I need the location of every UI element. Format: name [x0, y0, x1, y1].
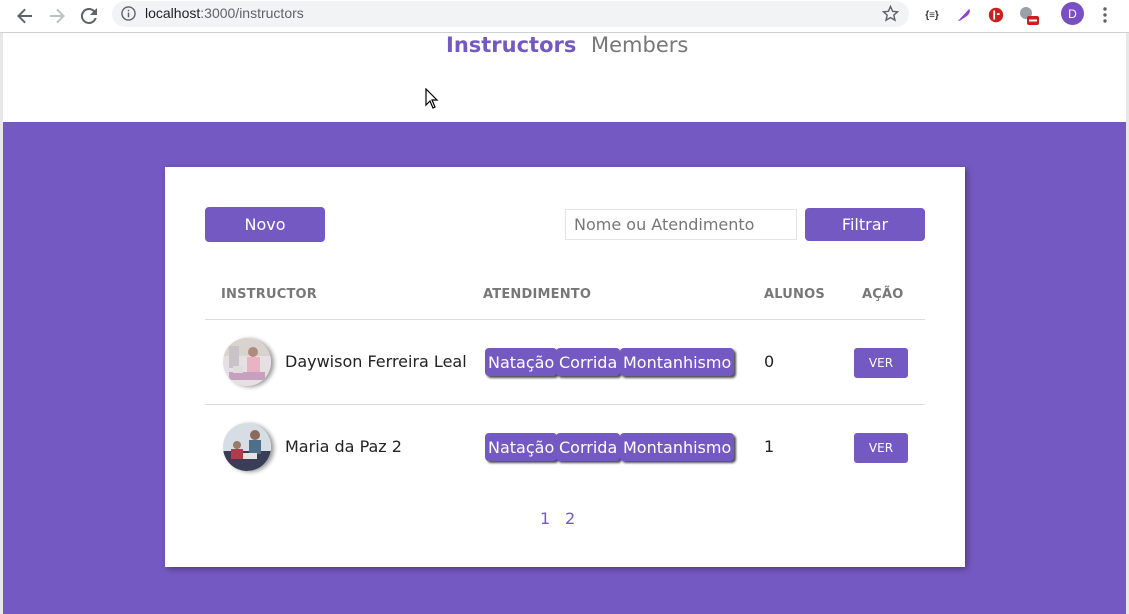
- lastpass-extension-icon[interactable]: [984, 4, 1008, 26]
- pagination-page-1[interactable]: 1: [540, 509, 550, 528]
- mouse-cursor-icon: [425, 87, 439, 115]
- reload-icon[interactable]: [77, 4, 101, 28]
- service-tag: Natação: [485, 433, 558, 461]
- forward-arrow-icon[interactable]: [45, 4, 69, 28]
- pagination-page-2[interactable]: 2: [565, 509, 575, 528]
- address-bar[interactable]: localhost:3000/instructors: [112, 1, 909, 27]
- back-arrow-icon[interactable]: [13, 4, 37, 28]
- instructor-avatar: [223, 423, 271, 471]
- bookmark-star-icon[interactable]: [881, 4, 900, 27]
- instructors-card: Novo Nome ou Atendimento Filtrar INSTRUC…: [165, 167, 965, 567]
- blocked-extension-icon[interactable]: [1016, 4, 1040, 26]
- menu-dots-icon[interactable]: [1093, 4, 1117, 26]
- search-input[interactable]: Nome ou Atendimento: [565, 209, 797, 240]
- instructor-avatar: [223, 338, 271, 386]
- info-icon[interactable]: [121, 6, 136, 26]
- instructor-name: Maria da Paz 2: [285, 437, 402, 456]
- service-tag: Montanhismo: [620, 348, 735, 376]
- table-row: Daywison Ferreira Leal Natação Corrida M…: [205, 320, 925, 404]
- new-instructor-button[interactable]: Novo: [205, 207, 325, 242]
- feather-extension-icon[interactable]: [952, 4, 976, 26]
- column-header-instructor: INSTRUCTOR: [221, 287, 317, 302]
- url-path: :3000/instructors: [200, 5, 304, 21]
- json-viewer-extension-icon[interactable]: {≡}: [920, 4, 944, 26]
- students-count: 0: [764, 352, 775, 371]
- nav-link-members[interactable]: Members: [591, 33, 688, 57]
- nav-link-instructors[interactable]: Instructors: [446, 33, 576, 57]
- view-button[interactable]: VER: [854, 348, 908, 378]
- column-header-alunos: ALUNOS: [764, 287, 825, 302]
- students-count: 1: [764, 437, 775, 456]
- column-header-atendimento: ATENDIMENTO: [483, 287, 592, 302]
- browser-toolbar: localhost:3000/instructors {≡} D: [0, 0, 1129, 33]
- table-row: Maria da Paz 2 Natação Corrida Montanhis…: [205, 405, 925, 489]
- url-host: localhost: [145, 5, 201, 21]
- view-button[interactable]: VER: [854, 433, 908, 463]
- service-tag: Corrida: [556, 348, 621, 376]
- instructor-name: Daywison Ferreira Leal: [285, 352, 467, 371]
- service-tag: Montanhismo: [620, 433, 735, 461]
- column-header-acao: AÇÃO: [862, 287, 904, 302]
- profile-avatar[interactable]: D: [1061, 2, 1084, 25]
- service-tag: Natação: [485, 348, 558, 376]
- url-text: localhost:3000/instructors: [145, 5, 304, 21]
- service-tag: Corrida: [556, 433, 621, 461]
- filter-button[interactable]: Filtrar: [805, 208, 925, 241]
